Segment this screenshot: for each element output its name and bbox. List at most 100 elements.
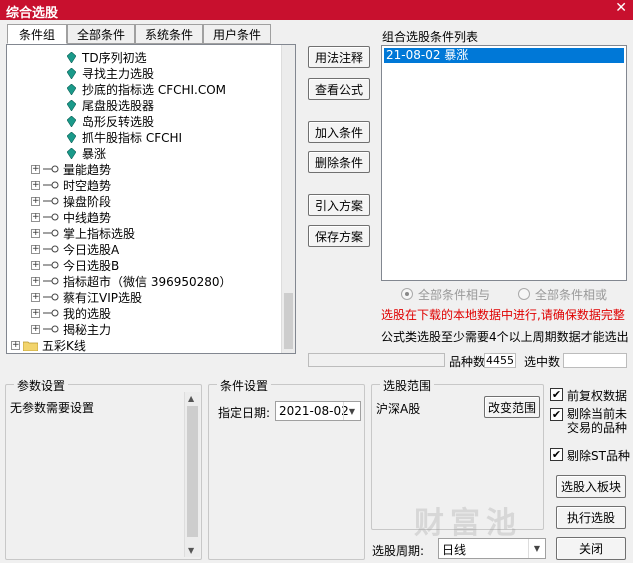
scrollbar-thumb[interactable] <box>187 406 198 537</box>
tab-all-conditions[interactable]: 全部条件 <box>67 24 135 44</box>
scroll-down-icon[interactable]: ▼ <box>188 546 194 555</box>
delete-condition-button[interactable]: 删除条件 <box>308 151 370 173</box>
tree-leaf[interactable]: 尾盘股选股器 <box>67 97 154 113</box>
or-radio[interactable] <box>518 288 530 300</box>
condition-list-label: 组合选股条件列表 <box>382 30 479 44</box>
import-plan-button[interactable]: 引入方案 <box>308 194 370 216</box>
tree-group[interactable]: + 我的选股 <box>31 305 111 321</box>
key-icon <box>43 325 59 333</box>
exclude-st-checkbox[interactable]: ✔ <box>550 448 563 461</box>
tab-condition-group[interactable]: 条件组 <box>7 24 67 44</box>
tree-group[interactable]: + 掌上指标选股 <box>31 225 135 241</box>
scroll-up-icon[interactable]: ▲ <box>188 394 194 403</box>
close-icon[interactable]: ✕ <box>615 0 627 16</box>
formula-icon <box>67 51 76 63</box>
tree-group[interactable]: + 指标超市（微信 396950280） <box>31 273 232 289</box>
tree-group[interactable]: + 量能趋势 <box>31 161 111 177</box>
tree-leaf[interactable]: 寻找主力选股 <box>67 65 154 81</box>
tree-leaf-label: 抓牛股指标 CFCHI <box>82 130 183 145</box>
folder-icon <box>23 341 38 351</box>
tree-leaf[interactable]: TD序列初选 <box>67 49 147 65</box>
tree-leaf-label: 岛形反转选股 <box>82 114 155 129</box>
expand-icon[interactable]: + <box>31 324 40 334</box>
tab-system-conditions[interactable]: 系统条件 <box>135 24 203 44</box>
and-radio[interactable] <box>401 288 413 300</box>
variety-count-label: 品种数 <box>449 355 486 369</box>
expand-icon[interactable]: + <box>31 292 40 302</box>
condition-settings-legend: 条件设置 <box>217 377 272 394</box>
exclude-st-label: 剔除ST品种 <box>567 449 630 463</box>
formula-icon <box>67 115 76 127</box>
expand-icon[interactable]: + <box>31 196 40 206</box>
expand-icon[interactable]: + <box>31 212 40 222</box>
tree-leaf-label: TD序列初选 <box>82 50 147 65</box>
tab-user-conditions[interactable]: 用户条件 <box>203 24 271 44</box>
tree-group-label: 蔡有江VIP选股 <box>63 290 142 305</box>
tree-group[interactable]: + 时空趋势 <box>31 177 111 193</box>
chevron-down-icon[interactable]: ▼ <box>528 539 545 558</box>
exclude-untraded-checkbox[interactable]: ✔ <box>550 408 563 421</box>
title-bar: 综合选股 ✕ <box>0 0 633 21</box>
tree-leaf[interactable]: 岛形反转选股 <box>67 113 154 129</box>
tree-group[interactable]: + 中线趋势 <box>31 209 111 225</box>
main-window: 综合选股 ✕ 条件组 全部条件 系统条件 用户条件 TD序列初选 寻找主力选股 … <box>0 0 633 563</box>
chevron-down-icon[interactable]: ▼ <box>343 402 360 420</box>
tree-group[interactable]: + 今日选股A <box>31 241 119 257</box>
condition-list[interactable]: 21-08-02 暴涨 <box>381 45 627 281</box>
period-value: 日线 <box>442 543 467 557</box>
key-icon <box>43 261 59 269</box>
tree-root[interactable]: + 五彩K线 <box>11 337 86 353</box>
expand-icon[interactable]: + <box>31 276 40 286</box>
tree-root-label: 五彩K线 <box>42 338 86 353</box>
expand-icon[interactable]: + <box>31 260 40 270</box>
scrollbar-thumb[interactable] <box>284 293 293 349</box>
tree-leaf-label: 暴涨 <box>82 146 107 161</box>
key-icon <box>43 229 59 237</box>
forward-adjusted-label: 前复权数据 <box>567 389 628 403</box>
tree-leaf[interactable]: 暴涨 <box>67 145 106 161</box>
key-icon <box>43 245 59 253</box>
tree-group[interactable]: + 揭秘主力 <box>31 321 111 337</box>
execute-selection-button[interactable]: 执行选股 <box>556 506 626 529</box>
tree-group[interactable]: + 今日选股B <box>31 257 119 273</box>
tree-leaf[interactable]: 抓牛股指标 CFCHI <box>67 129 182 145</box>
usage-notes-button[interactable]: 用法注释 <box>308 46 370 68</box>
params-text: 无参数需要设置 <box>10 401 95 415</box>
tree-group[interactable]: + 蔡有江VIP选股 <box>31 289 142 305</box>
tree-group-label: 今日选股B <box>63 258 120 273</box>
period-label: 选股周期: <box>372 544 425 558</box>
expand-icon[interactable]: + <box>31 180 40 190</box>
tree-group-label: 操盘阶段 <box>63 194 112 209</box>
change-range-button[interactable]: 改变范围 <box>484 396 540 418</box>
condition-list-item[interactable]: 21-08-02 暴涨 <box>384 48 624 63</box>
tree-leaf-label: 寻找主力选股 <box>82 66 155 81</box>
view-formula-button[interactable]: 查看公式 <box>308 78 370 100</box>
expand-icon[interactable]: + <box>31 228 40 238</box>
expand-icon[interactable]: + <box>31 308 40 318</box>
expand-icon[interactable]: + <box>31 244 40 254</box>
variety-count-value: 4455 <box>484 353 516 368</box>
tree-group-label: 今日选股A <box>63 242 120 257</box>
tree-group-label: 揭秘主力 <box>63 322 112 337</box>
exclude-untraded-label: 剔除当前未交易的品种 <box>567 407 628 435</box>
date-picker[interactable]: 2021-08-02 ▼ <box>275 401 361 421</box>
add-condition-button[interactable]: 加入条件 <box>308 121 370 143</box>
tree-group-label: 中线趋势 <box>63 210 112 225</box>
params-scrollbar[interactable]: ▲ ▼ <box>184 392 200 557</box>
add-to-block-button[interactable]: 选股入板块 <box>556 475 626 498</box>
formula-icon <box>67 83 76 95</box>
close-button[interactable]: 关闭 <box>556 537 626 560</box>
tree-group[interactable]: + 操盘阶段 <box>31 193 111 209</box>
expand-icon[interactable]: + <box>11 340 20 350</box>
tree-leaf[interactable]: 抄底的指标选 CFCHI.COM <box>67 81 226 97</box>
condition-tree[interactable]: TD序列初选 寻找主力选股 抄底的指标选 CFCHI.COM 尾盘股选股器 岛形… <box>6 44 296 354</box>
tree-scrollbar[interactable] <box>281 45 295 353</box>
key-icon <box>43 197 59 205</box>
date-label: 指定日期: <box>218 406 271 420</box>
tree-group-label: 量能趋势 <box>63 162 112 177</box>
formula-icon <box>67 147 76 159</box>
save-plan-button[interactable]: 保存方案 <box>308 225 370 247</box>
expand-icon[interactable]: + <box>31 164 40 174</box>
tree-leaf-label: 尾盘股选股器 <box>82 98 155 113</box>
forward-adjusted-checkbox[interactable]: ✔ <box>550 388 563 401</box>
